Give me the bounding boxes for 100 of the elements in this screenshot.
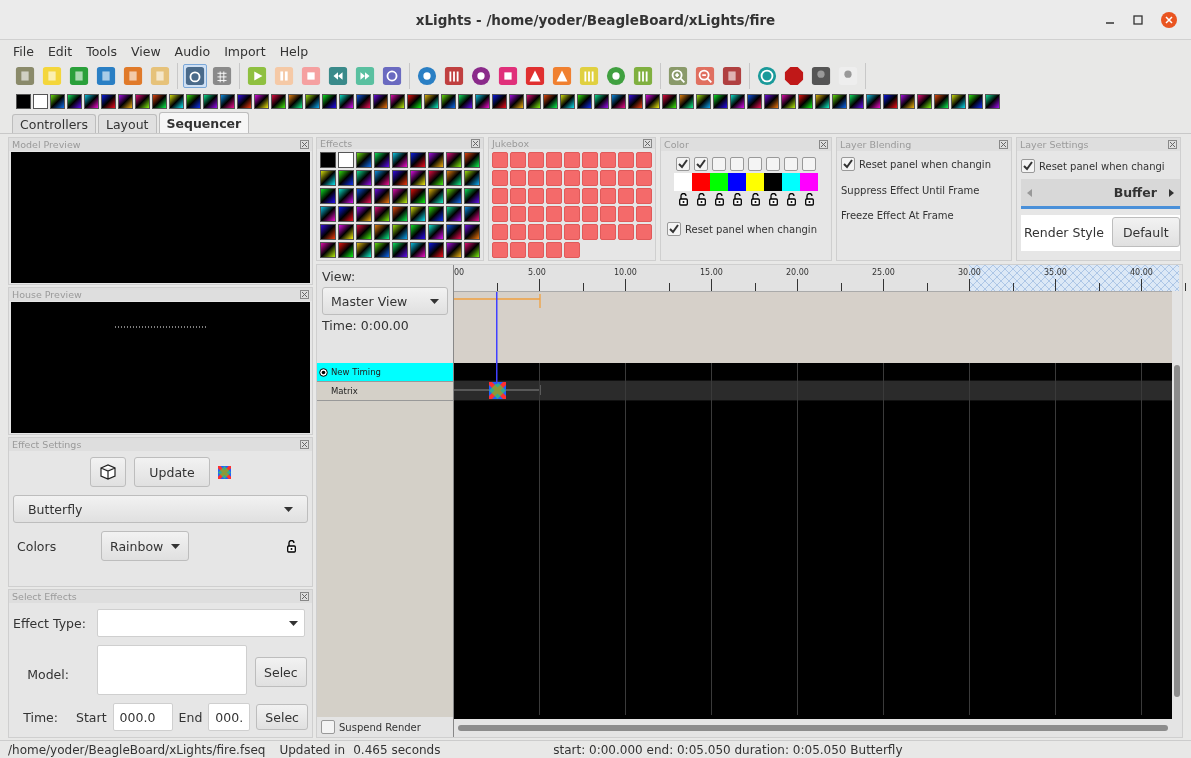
color-swatch[interactable] xyxy=(674,173,692,191)
lock-icon[interactable] xyxy=(732,193,742,206)
menu-item[interactable]: File xyxy=(6,43,41,59)
maximize-icon[interactable] xyxy=(1133,15,1143,25)
effect-icon[interactable] xyxy=(169,93,184,109)
effect-icon[interactable] xyxy=(410,206,426,222)
effect-icon[interactable] xyxy=(320,242,336,258)
close-icon[interactable] xyxy=(1161,12,1177,28)
checkbox[interactable] xyxy=(667,222,681,236)
randomize-button[interactable] xyxy=(90,457,127,487)
close-icon[interactable] xyxy=(999,140,1008,149)
effect-icon[interactable] xyxy=(713,93,728,109)
effect-icon[interactable] xyxy=(594,93,609,109)
lock-icon[interactable] xyxy=(696,193,706,206)
lock-icon[interactable] xyxy=(804,193,814,206)
lock-icon[interactable] xyxy=(714,193,724,206)
effect-icon[interactable] xyxy=(373,93,388,109)
effect-icon[interactable] xyxy=(392,188,408,204)
close-icon[interactable] xyxy=(1167,140,1177,149)
effect-icon[interactable] xyxy=(118,93,133,109)
effect-dropdown[interactable]: Butterfly xyxy=(13,495,308,523)
checkbox[interactable] xyxy=(766,157,780,171)
effect-icon[interactable] xyxy=(322,93,337,109)
effect-icon[interactable] xyxy=(458,93,473,109)
select-button[interactable]: Selec xyxy=(256,704,308,730)
effect-icon[interactable] xyxy=(374,152,390,168)
effect-icon[interactable] xyxy=(374,206,390,222)
colors-dropdown[interactable]: Rainbow xyxy=(101,531,190,561)
effect-icon[interactable] xyxy=(900,93,915,109)
effect-icon[interactable] xyxy=(356,224,372,240)
effect-icon[interactable] xyxy=(220,93,235,109)
lock-icon[interactable] xyxy=(287,539,296,553)
close-icon[interactable] xyxy=(300,592,309,601)
effect-icon[interactable] xyxy=(271,93,286,109)
start-field[interactable]: 000.0 xyxy=(112,703,173,731)
triangle-button[interactable] xyxy=(523,64,547,88)
effect-icon[interactable] xyxy=(679,93,694,109)
effect-icon[interactable] xyxy=(428,224,444,240)
effect-icon[interactable] xyxy=(374,242,390,258)
menu-item[interactable]: Audio xyxy=(167,43,218,59)
effect-icon[interactable] xyxy=(356,170,372,186)
scrollbar-thumb[interactable] xyxy=(458,725,1168,731)
checkbox[interactable] xyxy=(841,157,855,171)
effect-icon[interactable] xyxy=(446,242,462,258)
effect-icon[interactable] xyxy=(84,93,99,109)
effect-icon[interactable] xyxy=(392,242,408,258)
effect-icon[interactable] xyxy=(186,93,201,109)
stop-sign-button[interactable] xyxy=(782,64,806,88)
effect-icon[interactable] xyxy=(883,93,898,109)
effect-icon[interactable] xyxy=(747,93,762,109)
effect-icon[interactable] xyxy=(611,93,626,109)
color-swatch[interactable] xyxy=(764,173,782,191)
effect-icon[interactable] xyxy=(577,93,592,109)
lock-icon[interactable] xyxy=(768,193,778,206)
effect-icon[interactable] xyxy=(101,93,116,109)
effect-icon[interactable] xyxy=(407,93,422,109)
effect-icon[interactable] xyxy=(356,206,372,222)
effect-icon[interactable] xyxy=(781,93,796,109)
tab[interactable]: Layout xyxy=(98,114,157,133)
effect-icon[interactable] xyxy=(628,93,643,109)
effect-icon[interactable] xyxy=(730,93,745,109)
effect-icon[interactable] xyxy=(849,93,864,109)
color-swatch[interactable] xyxy=(782,173,800,191)
effect-icon[interactable] xyxy=(526,93,541,109)
effect-icon[interactable] xyxy=(428,170,444,186)
color-swatch[interactable] xyxy=(800,173,818,191)
effect-icon[interactable] xyxy=(33,93,48,109)
color-swatch[interactable] xyxy=(728,173,746,191)
effect-icon[interactable] xyxy=(441,93,456,109)
effect-icon[interactable] xyxy=(951,93,966,109)
close-icon[interactable] xyxy=(300,290,309,299)
effect-icon[interactable] xyxy=(475,93,490,109)
menu-item[interactable]: Edit xyxy=(40,43,80,59)
effect-icon[interactable] xyxy=(985,93,1000,109)
effect-icon[interactable] xyxy=(428,188,444,204)
buffer-tab[interactable]: Buffer xyxy=(1113,185,1157,200)
effect-icon[interactable] xyxy=(543,93,558,109)
effect-icon[interactable] xyxy=(338,152,354,168)
effect-icon[interactable] xyxy=(356,152,372,168)
close-icon[interactable] xyxy=(300,140,309,149)
zoom-in-button[interactable] xyxy=(666,64,690,88)
checkbox[interactable] xyxy=(712,157,726,171)
effect-icon[interactable] xyxy=(424,93,439,109)
effect-icon[interactable] xyxy=(152,93,167,109)
effect-icon[interactable] xyxy=(917,93,932,109)
right-arrow-icon[interactable] xyxy=(1168,188,1174,197)
effect-icon[interactable] xyxy=(428,206,444,222)
effect-icon[interactable] xyxy=(410,170,426,186)
color-swatch[interactable] xyxy=(746,173,764,191)
close-icon[interactable] xyxy=(643,139,652,148)
menu-item[interactable]: Tools xyxy=(79,43,124,59)
calculator-button[interactable] xyxy=(210,64,234,88)
close-icon[interactable] xyxy=(300,440,309,449)
effect-icon[interactable] xyxy=(410,188,426,204)
effect-icon[interactable] xyxy=(764,93,779,109)
effect-icon[interactable] xyxy=(798,93,813,109)
zoom-out-button[interactable] xyxy=(693,64,717,88)
effect-icon[interactable] xyxy=(645,93,660,109)
menu-item[interactable]: View xyxy=(123,43,168,59)
end-field[interactable]: 000. xyxy=(208,703,251,731)
